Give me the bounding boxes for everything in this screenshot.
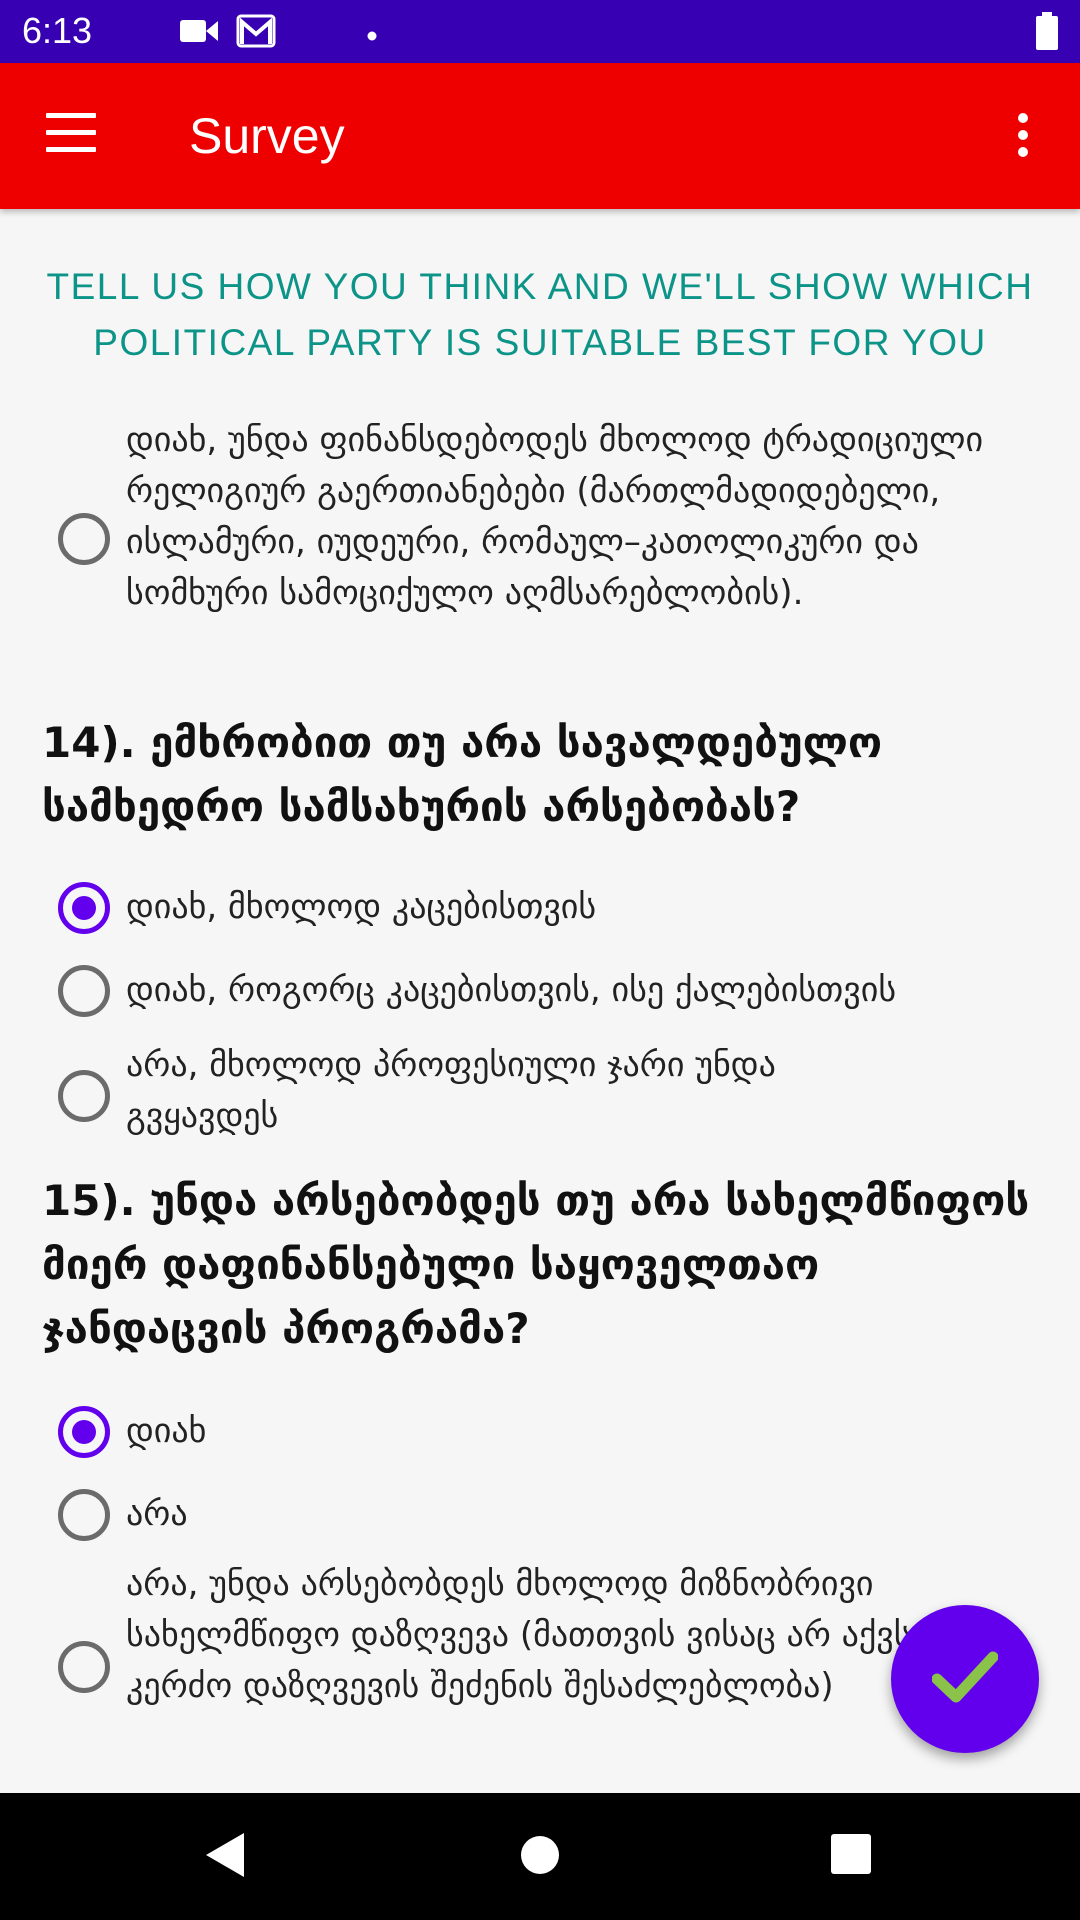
option-label: დიახ, უნდა ფინანსდებოდეს მხოლოდ ტრადიციუ… bbox=[126, 420, 984, 613]
question-14-title: 14). ემხრობით თუ არა სავალდებულო სამხედრ… bbox=[42, 718, 883, 831]
option-q14-1[interactable]: დიახ, მხოლოდ კაცებისთვის bbox=[0, 867, 1080, 949]
option-q14-2[interactable]: დიახ, როგორც კაცებისთვის, ისე ქალებისთვი… bbox=[0, 950, 1080, 1032]
question-15-title: 15). უნდა არსებობდეს თუ არა სახელმწიფოს … bbox=[42, 1176, 1030, 1353]
system-nav-bar bbox=[0, 1793, 1080, 1920]
option-q15-2[interactable]: არა bbox=[0, 1474, 1080, 1556]
survey-content[interactable]: TELL US HOW YOU THINK AND WE'LL SHOW WHI… bbox=[0, 209, 1080, 1793]
option-q13-1[interactable]: დიახ, უნდა ფინანსდებოდეს მხოლოდ ტრადიციუ… bbox=[0, 415, 1080, 675]
submit-fab-button[interactable] bbox=[891, 1605, 1039, 1753]
radio-button[interactable] bbox=[58, 965, 110, 1017]
radio-button-selected[interactable] bbox=[58, 882, 110, 934]
option-label: არა bbox=[126, 1494, 188, 1534]
option-label: დიახ bbox=[126, 1411, 207, 1451]
survey-headline: TELL US HOW YOU THINK AND WE'LL SHOW WHI… bbox=[46, 266, 1034, 363]
home-icon[interactable] bbox=[520, 1835, 560, 1879]
option-q14-3[interactable]: არა, მხოლოდ პროფესიული ჯარი უნდა გვყავდე… bbox=[0, 1032, 1080, 1152]
app-title: Survey bbox=[189, 108, 345, 164]
option-label: დიახ, როგორც კაცებისთვის, ისე ქალებისთვი… bbox=[126, 970, 897, 1010]
option-label: არა, მხოლოდ პროფესიული ჯარი უნდა გვყავდე… bbox=[126, 1045, 776, 1136]
radio-button[interactable] bbox=[58, 1641, 110, 1693]
status-bar: 6:13 bbox=[0, 0, 1080, 63]
recents-icon[interactable] bbox=[831, 1834, 871, 1878]
back-icon[interactable] bbox=[204, 1831, 246, 1883]
gmail-icon bbox=[236, 14, 276, 52]
radio-button[interactable] bbox=[58, 1489, 110, 1541]
hamburger-menu-icon[interactable] bbox=[46, 113, 100, 157]
radio-button[interactable] bbox=[58, 1070, 110, 1122]
option-q15-1[interactable]: დიახ bbox=[0, 1391, 1080, 1473]
battery-icon bbox=[1036, 12, 1058, 54]
radio-button[interactable] bbox=[58, 513, 110, 565]
dot-icon bbox=[367, 26, 377, 45]
checkmark-icon bbox=[931, 1651, 999, 1707]
status-time: 6:13 bbox=[22, 10, 93, 51]
more-vertical-icon[interactable] bbox=[1010, 113, 1036, 163]
option-label: დიახ, მხოლოდ კაცებისთვის bbox=[126, 887, 597, 927]
radio-button-selected[interactable] bbox=[58, 1406, 110, 1458]
video-camera-icon bbox=[180, 18, 218, 48]
app-bar: Survey bbox=[0, 63, 1080, 209]
